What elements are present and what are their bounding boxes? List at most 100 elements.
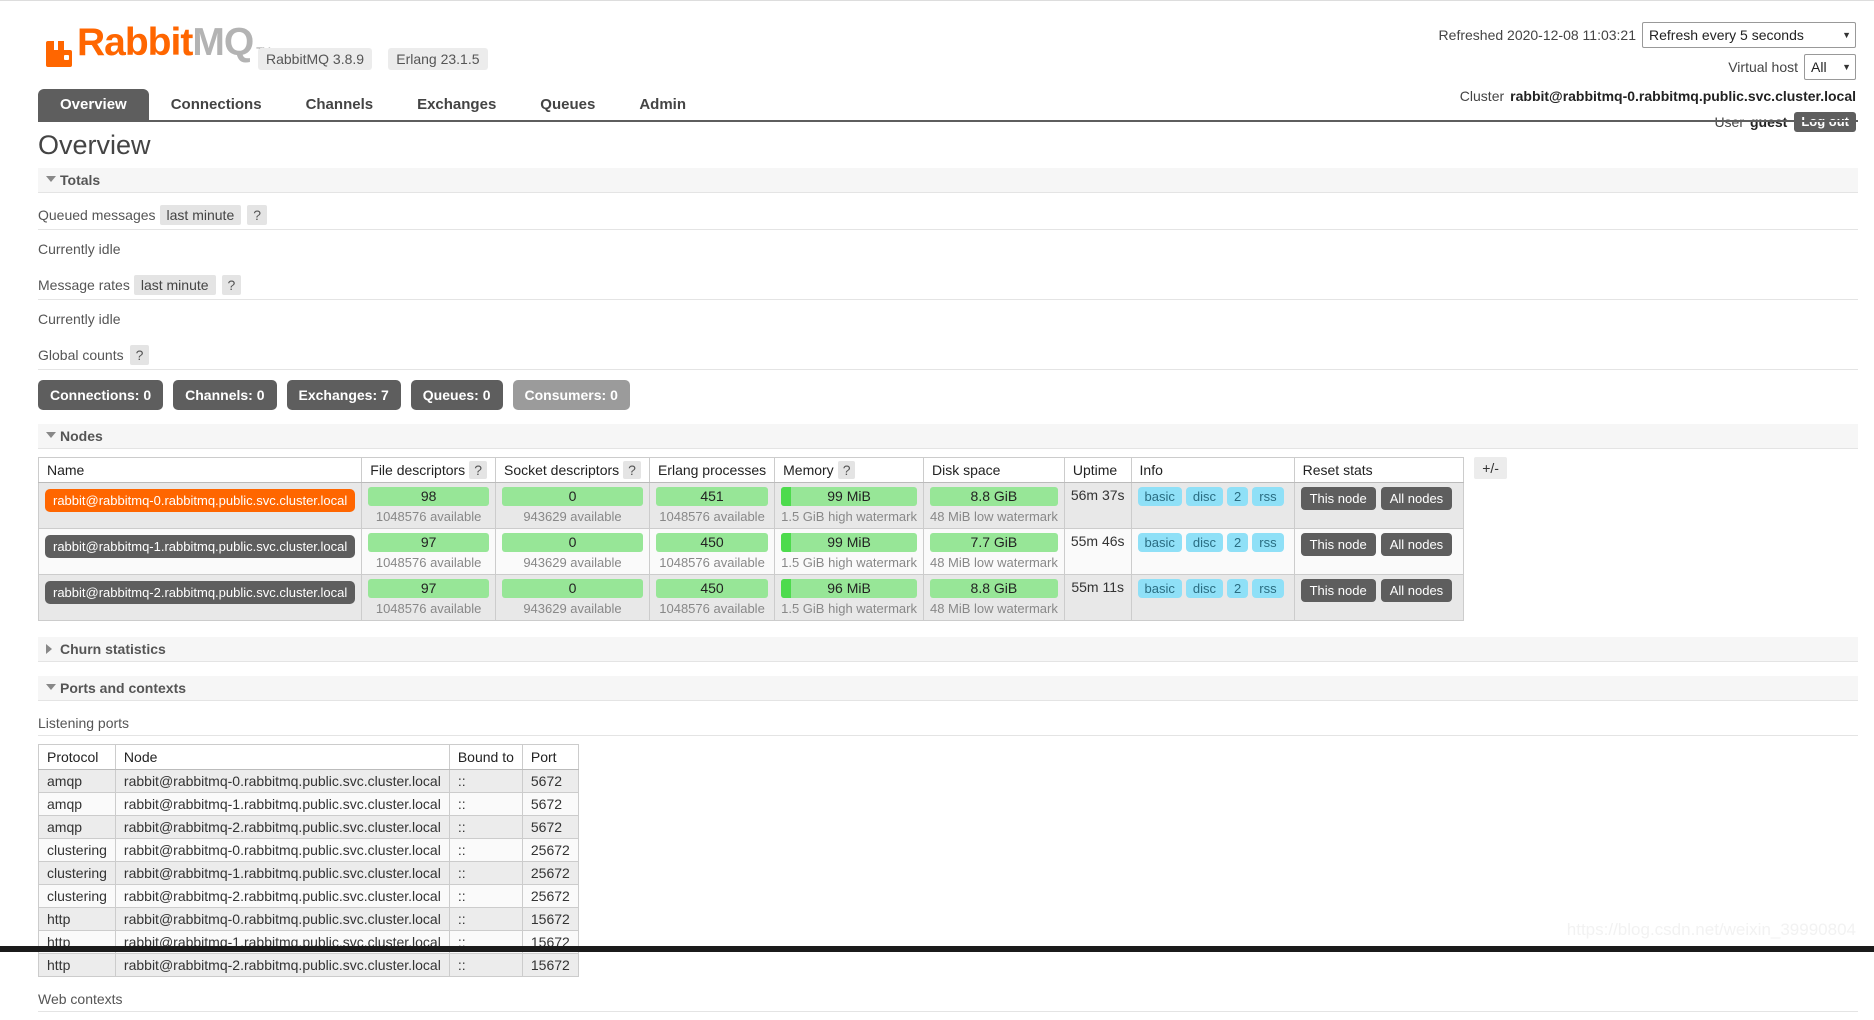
info-tag[interactable]: basic	[1137, 533, 1182, 552]
metric-bar-fill	[781, 533, 791, 552]
nodes-col-uptime[interactable]: Uptime	[1063, 457, 1132, 483]
queued-messages-header: Queued messages last minute?	[38, 203, 1858, 230]
queued-messages-range[interactable]: last minute	[159, 205, 242, 225]
reset-all-nodes-button[interactable]: All nodes	[1380, 579, 1453, 602]
tab-connections[interactable]: Connections	[149, 89, 284, 121]
help-icon[interactable]: ?	[837, 461, 856, 479]
node-metric-cell: 8.8 GiB 48 MiB low watermark	[922, 482, 1065, 529]
rabbitmq-logo[interactable]: RabbitMQTM	[45, 23, 271, 67]
ports-cell-bound-to: ::	[448, 815, 523, 839]
help-icon[interactable]: ?	[247, 205, 268, 225]
nodes-col-erlang-processes[interactable]: Erlang processes	[648, 457, 776, 483]
metric-value: 96 MiB	[827, 580, 871, 596]
window-bottom-bar	[0, 946, 1874, 952]
tab-overview[interactable]: Overview	[38, 89, 149, 121]
reset-all-nodes-button[interactable]: All nodes	[1380, 487, 1453, 510]
info-tag[interactable]: basic	[1137, 487, 1182, 506]
count-button-channels[interactable]: Channels: 0	[173, 380, 277, 410]
reset-all-nodes-button[interactable]: All nodes	[1380, 533, 1453, 556]
metric-subtext: 1048576 available	[659, 555, 765, 570]
help-icon[interactable]: ?	[221, 275, 242, 295]
metric-subtext: 1048576 available	[659, 601, 765, 616]
section-header-nodes[interactable]: Nodes	[38, 424, 1858, 449]
metric-value: 0	[568, 488, 577, 504]
section-header-ports-and-contexts[interactable]: Ports and contexts	[38, 676, 1858, 701]
help-icon[interactable]: ?	[129, 345, 150, 365]
listening-ports-table: Protocol Node Bound to Port amqp rabbit@rabb…	[38, 744, 579, 977]
node-metric-cell: 99 MiB 1.5 GiB high watermark	[774, 528, 924, 575]
web-contexts-label: Web contexts	[38, 991, 1858, 1012]
nodes-col-reset-stats[interactable]: Reset stats	[1293, 457, 1465, 483]
info-tag[interactable]: disc	[1185, 487, 1224, 506]
count-button-queues[interactable]: Queues: 0	[410, 380, 503, 410]
nodes-col-memory[interactable]: Memory?	[774, 457, 924, 483]
metric-subtext: 943629 available	[523, 555, 622, 570]
node-name-badge[interactable]: rabbit@rabbitmq-1.rabbitmq.public.svc.cl…	[45, 535, 356, 558]
ports-col-node[interactable]: Node	[114, 744, 450, 770]
info-tag[interactable]: rss	[1252, 533, 1284, 552]
node-metric-cell: 8.8 GiB 48 MiB low watermark	[922, 574, 1065, 621]
reset-this-node-button[interactable]: This node	[1300, 533, 1376, 556]
reset-this-node-button[interactable]: This node	[1300, 579, 1376, 602]
nodes-col-name[interactable]: Name	[37, 457, 363, 483]
ports-col-protocol[interactable]: Protocol	[38, 744, 116, 770]
section-header-totals[interactable]: Totals	[38, 168, 1858, 193]
tab-admin[interactable]: Admin	[617, 89, 708, 121]
count-button-connections[interactable]: Connections: 0	[38, 380, 164, 410]
nodes-col-file-descriptors[interactable]: File descriptors?	[361, 457, 496, 483]
info-tag[interactable]: disc	[1185, 579, 1224, 598]
chevron-down-icon: ▼	[1842, 30, 1851, 40]
info-tag[interactable]: rss	[1252, 579, 1284, 598]
logo-text-rabbit: Rabbit	[77, 21, 193, 64]
metric-subtext: 48 MiB low watermark	[929, 555, 1058, 570]
section-header-churn-statistics[interactable]: Churn statistics	[38, 637, 1858, 662]
section-label-nodes: Nodes	[60, 428, 103, 444]
nodes-col-info[interactable]: Info	[1130, 457, 1295, 483]
tab-channels[interactable]: Channels	[284, 89, 396, 121]
reset-this-node-button[interactable]: This node	[1300, 487, 1376, 510]
cluster-label: Cluster	[1459, 88, 1505, 104]
cluster-row: Cluster rabbit@rabbitmq-0.rabbitmq.publi…	[1439, 86, 1856, 106]
info-tag[interactable]: 2	[1227, 579, 1249, 598]
vhost-select[interactable]: All ▼	[1804, 54, 1856, 80]
count-value: 0	[256, 387, 265, 403]
info-tag[interactable]: 2	[1227, 533, 1249, 552]
tab-exchanges[interactable]: Exchanges	[395, 89, 518, 121]
info-tag[interactable]: disc	[1185, 533, 1224, 552]
count-button-consumers[interactable]: Consumers: 0	[512, 380, 630, 410]
ports-col-bound-to[interactable]: Bound to	[448, 744, 523, 770]
node-name-cell: rabbit@rabbitmq-1.rabbitmq.public.svc.cl…	[37, 528, 363, 575]
ports-col-port[interactable]: Port	[521, 744, 579, 770]
node-info-cell: basic disc 2 rss	[1130, 528, 1295, 575]
rabbit-logo-icon	[45, 41, 75, 67]
tab-queues[interactable]: Queues	[518, 89, 617, 121]
chevron-down-icon: ▼	[1842, 62, 1851, 72]
global-counts-header: Global counts?	[38, 343, 1858, 370]
metric-value: 0	[568, 580, 577, 596]
metric-subtext: 1048576 available	[659, 509, 765, 524]
node-reset-stats-cell: This node All nodes	[1293, 528, 1465, 575]
refreshed-timestamp: Refreshed 2020-12-08 11:03:21	[1438, 27, 1636, 43]
help-icon[interactable]: ?	[469, 461, 487, 479]
node-metric-cell: 97 1048576 available	[361, 528, 496, 575]
node-name-badge[interactable]: rabbit@rabbitmq-0.rabbitmq.public.svc.cl…	[45, 489, 356, 512]
info-tag[interactable]: rss	[1252, 487, 1284, 506]
metric-bar: 451	[655, 487, 769, 506]
column-label: Info	[1139, 462, 1163, 478]
count-button-exchanges[interactable]: Exchanges: 7	[286, 380, 401, 410]
info-tag[interactable]: 2	[1227, 487, 1249, 506]
help-icon[interactable]: ?	[623, 461, 641, 479]
vhost-select-value: All	[1811, 59, 1827, 75]
metric-subtext: 1048576 available	[375, 555, 482, 570]
ports-cell-protocol: amqp	[38, 769, 116, 793]
node-name-badge[interactable]: rabbit@rabbitmq-2.rabbitmq.public.svc.cl…	[45, 581, 356, 604]
ports-cell-protocol: clustering	[38, 838, 116, 862]
info-tag[interactable]: basic	[1137, 579, 1182, 598]
nodes-col-socket-descriptors[interactable]: Socket descriptors?	[494, 457, 650, 483]
refresh-interval-select[interactable]: Refresh every 5 seconds ▼	[1642, 22, 1856, 48]
ports-cell-port: 25672	[521, 861, 579, 885]
toggle-columns-button[interactable]: +/-	[1474, 457, 1507, 479]
nodes-col-disk-space[interactable]: Disk space	[922, 457, 1065, 483]
count-value: 0	[482, 387, 491, 403]
message-rates-range[interactable]: last minute	[133, 275, 216, 295]
